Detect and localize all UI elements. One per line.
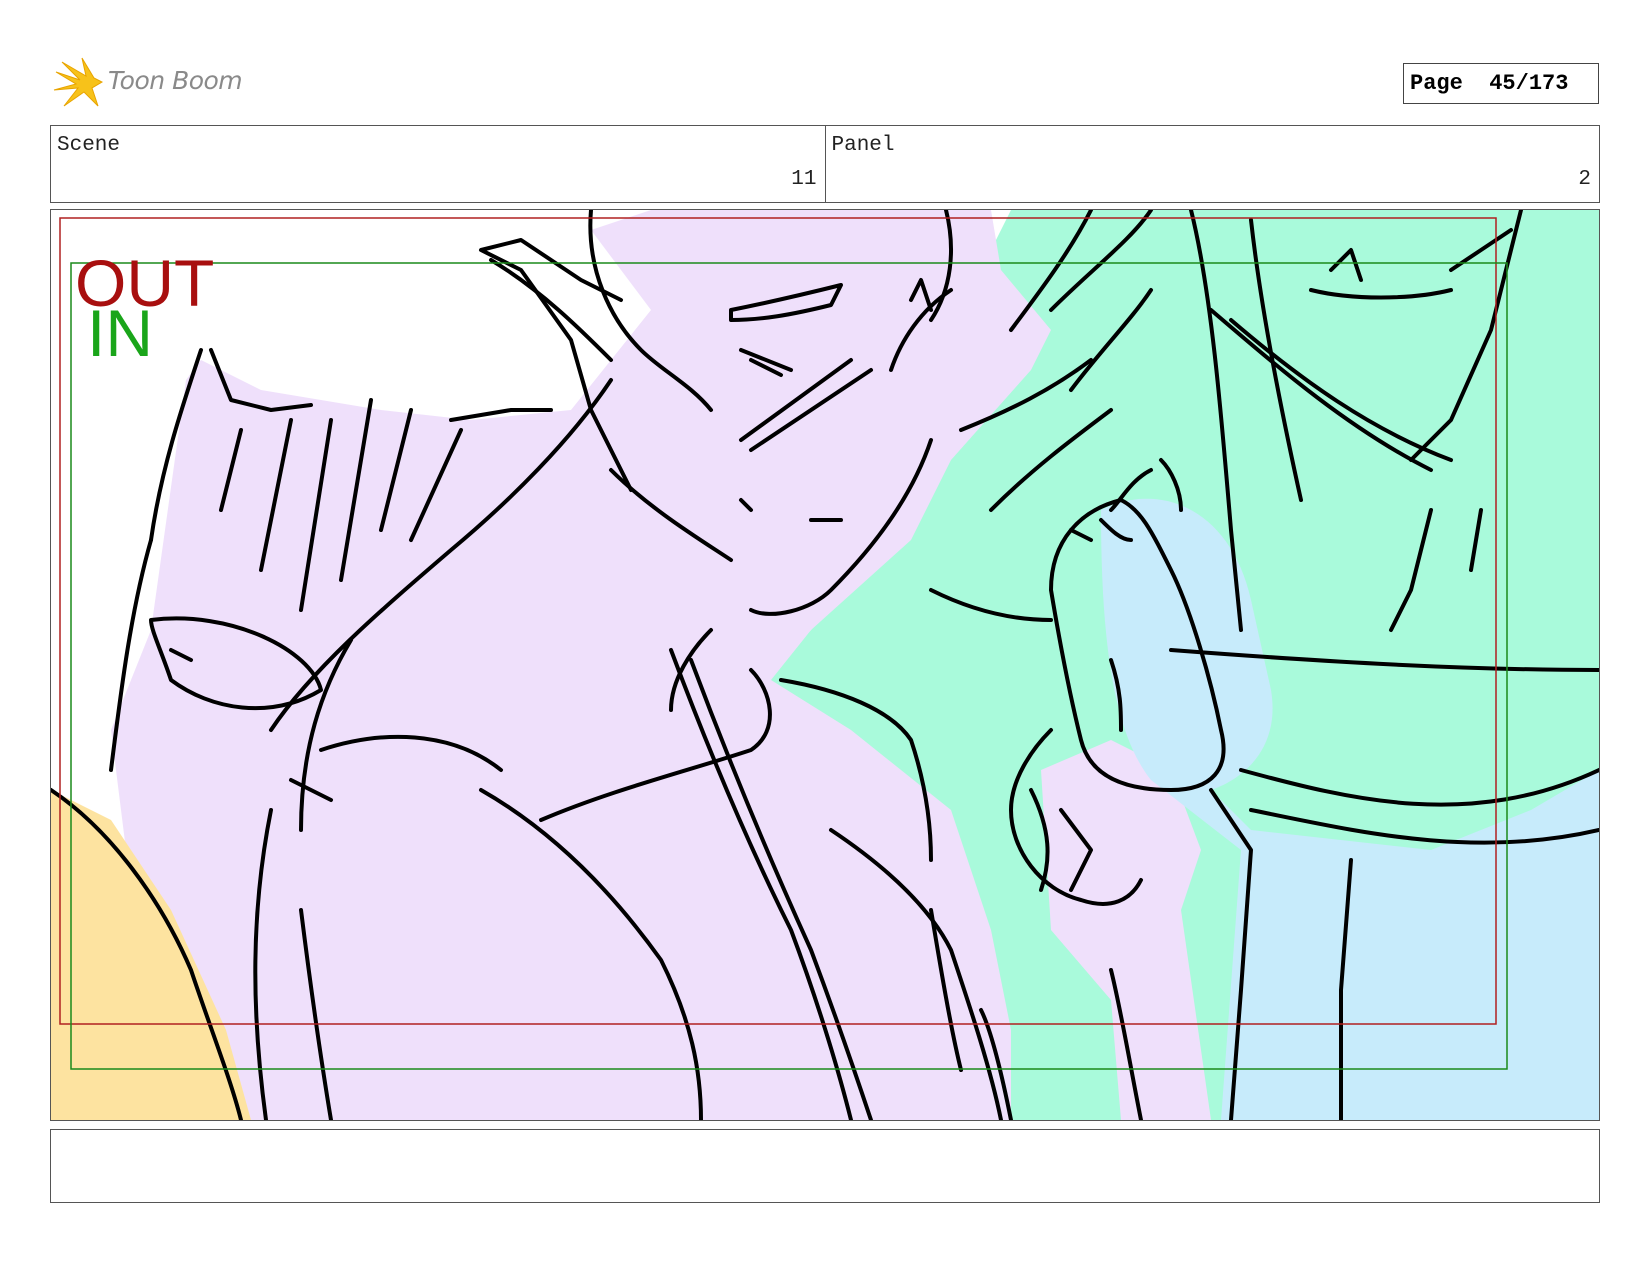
starburst-icon	[53, 57, 104, 107]
notes-box[interactable]	[50, 1129, 1600, 1203]
in-label: IN	[87, 296, 153, 370]
scene-panel-info: Scene 11 Panel 2	[50, 125, 1600, 203]
scene-cell: Scene 11	[51, 126, 825, 202]
scene-label: Scene	[57, 134, 121, 157]
page-counter: Page 45/173	[1403, 63, 1599, 104]
panel-label: Panel	[831, 134, 895, 157]
storyboard-frame[interactable]: OUT IN	[50, 209, 1600, 1121]
panel-value: 2	[1578, 168, 1591, 191]
logo-text: Toon Boom	[108, 66, 243, 95]
scene-value: 11	[791, 168, 817, 191]
storyboard-drawing: OUT IN	[51, 210, 1599, 1120]
page-label: Page	[1410, 71, 1463, 96]
toon-boom-logo: Toon Boom	[52, 56, 262, 116]
panel-cell: Panel 2	[824, 126, 1600, 202]
page-number: 45/173	[1489, 71, 1569, 96]
